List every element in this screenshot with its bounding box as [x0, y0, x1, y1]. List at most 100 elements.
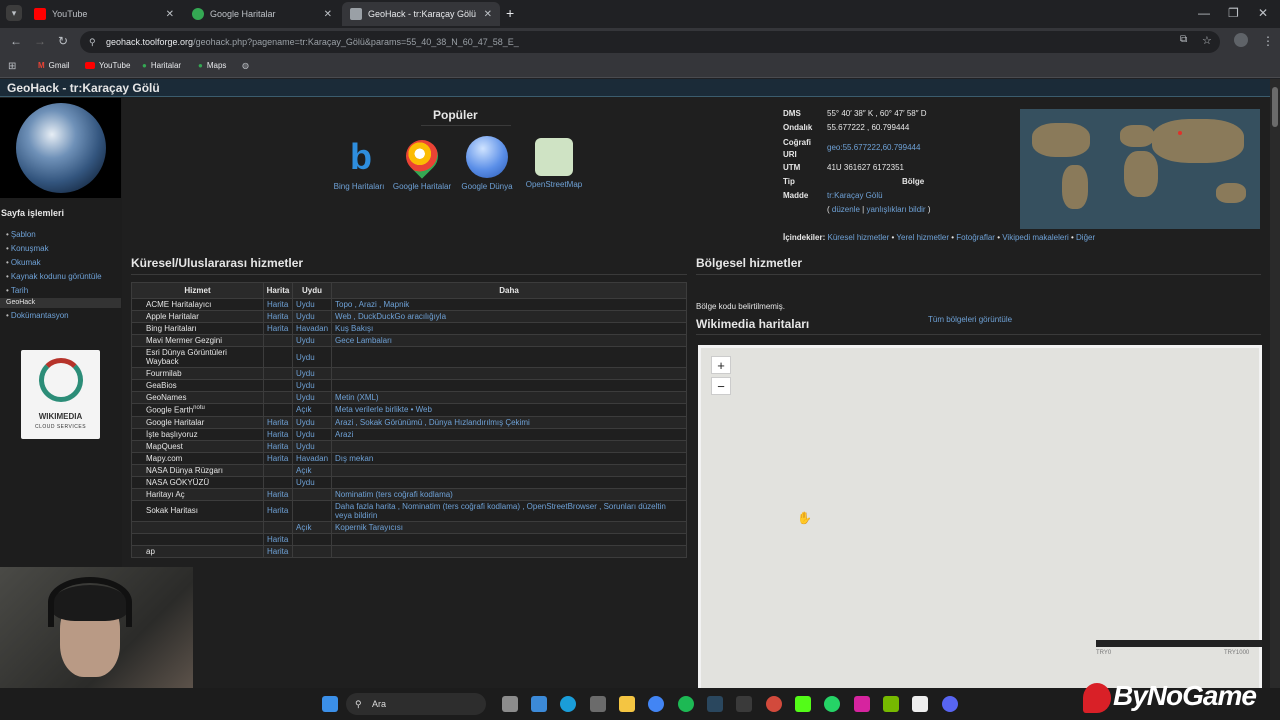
- bookmark-star-icon[interactable]: ☆: [1202, 34, 1212, 47]
- close-icon[interactable]: ✕: [324, 9, 332, 20]
- translate-icon[interactable]: ⧉: [1180, 34, 1187, 45]
- satellite-link[interactable]: [291, 544, 333, 558]
- close-icon[interactable]: ✕: [484, 9, 492, 20]
- popular-bing-maps[interactable]: b Bing Haritaları: [329, 136, 389, 191]
- scrollbar-thumb[interactable]: [1272, 87, 1278, 127]
- edit-link[interactable]: düzenle: [832, 205, 860, 214]
- tab-search-button[interactable]: ▾: [6, 5, 22, 21]
- world-locator-map[interactable]: [1020, 109, 1260, 229]
- new-tab-button[interactable]: +: [506, 5, 514, 21]
- store-icon[interactable]: [590, 696, 606, 712]
- nvidia-icon[interactable]: [883, 696, 899, 712]
- report-errors-link[interactable]: yanlışlıkları bildir: [866, 205, 925, 214]
- satellite-link[interactable]: Uydu: [291, 439, 333, 453]
- satellite-link[interactable]: Havadan: [291, 451, 333, 465]
- tab-youtube[interactable]: YouTube ✕: [26, 2, 182, 26]
- popular-google-earth[interactable]: Google Dünya: [457, 136, 517, 191]
- sidebar-item-read[interactable]: • Okumak: [6, 258, 41, 267]
- steam-icon[interactable]: [707, 696, 723, 712]
- whatsapp-icon[interactable]: [824, 696, 840, 712]
- satellite-link[interactable]: Açık: [291, 520, 333, 534]
- reload-icon[interactable]: ↻: [58, 34, 68, 48]
- bookmark-youtube[interactable]: YouTube: [85, 61, 130, 70]
- satellite-link[interactable]: Uydu: [291, 334, 333, 347]
- view-all-regions-link[interactable]: Tüm bölgeleri görüntüle: [928, 315, 1012, 324]
- zoom-in-button[interactable]: +: [711, 356, 731, 374]
- satellite-link[interactable]: Uydu: [291, 475, 333, 489]
- map-link[interactable]: Harita: [263, 487, 293, 501]
- more-links[interactable]: [331, 367, 687, 380]
- more-links[interactable]: Kopernik Tarayıcısı: [331, 520, 687, 534]
- satellite-link[interactable]: [291, 532, 333, 546]
- map-link[interactable]: Harita: [263, 451, 293, 465]
- map-link[interactable]: Harita: [263, 310, 293, 323]
- satellite-link[interactable]: Uydu: [291, 379, 333, 392]
- more-links[interactable]: [331, 475, 687, 489]
- popular-openstreetmap[interactable]: OpenStreetMap: [522, 136, 586, 189]
- minimize-button[interactable]: —: [1198, 6, 1210, 20]
- site-info-icon[interactable]: ⚲: [89, 31, 96, 53]
- more-links[interactable]: Meta verilerle birlikte • Web: [331, 403, 687, 417]
- more-links[interactable]: Dış mekan: [331, 451, 687, 465]
- map-link[interactable]: [263, 346, 293, 368]
- menu-icon[interactable]: ⋮: [1262, 34, 1274, 48]
- map-link[interactable]: [263, 403, 293, 417]
- satellite-link[interactable]: [291, 487, 333, 501]
- more-links[interactable]: Gece Lambaları: [331, 334, 687, 347]
- epic-games-icon[interactable]: [736, 696, 752, 712]
- forward-icon[interactable]: →: [34, 34, 46, 48]
- profile-avatar[interactable]: [1234, 33, 1248, 47]
- edge-icon[interactable]: [560, 696, 576, 712]
- discord-icon[interactable]: [942, 696, 958, 712]
- wikimedia-badge[interactable]: WIKIMEDIA CLOUD SERVICES: [21, 350, 100, 439]
- tab-geohack[interactable]: GeoHack - tr:Karaçay Gölü ✕: [342, 2, 500, 26]
- close-icon[interactable]: ✕: [166, 9, 174, 20]
- more-links[interactable]: Kuş Bakışı: [331, 322, 687, 335]
- explorer-icon[interactable]: [619, 696, 635, 712]
- map-link[interactable]: [263, 463, 293, 477]
- app-g-icon[interactable]: [912, 696, 928, 712]
- page-scrollbar[interactable]: [1270, 79, 1280, 720]
- map-link[interactable]: Harita: [263, 427, 293, 441]
- map-link[interactable]: [263, 367, 293, 380]
- bookmark-gmail[interactable]: M Gmail: [38, 61, 70, 70]
- address-bar[interactable]: ⚲ geohack.toolforge.org/geohack.php?page…: [80, 31, 1220, 53]
- map-link[interactable]: Harita: [263, 499, 293, 522]
- taskbar-search[interactable]: ⚲ Ara: [346, 693, 486, 715]
- back-icon[interactable]: ←: [10, 34, 22, 48]
- contents-link[interactable]: Küresel hizmetler: [827, 233, 889, 242]
- kick-icon[interactable]: [795, 696, 811, 712]
- note-superscript[interactable]: notu: [193, 405, 205, 411]
- sidebar-item-history[interactable]: • Tarih: [6, 286, 28, 295]
- map-link[interactable]: Harita: [263, 439, 293, 453]
- map-link[interactable]: [263, 334, 293, 347]
- article-link[interactable]: tr:Karaçay Gölü: [827, 191, 883, 200]
- obs-icon[interactable]: [766, 696, 782, 712]
- more-links[interactable]: [331, 379, 687, 392]
- map-link[interactable]: Harita: [263, 298, 293, 311]
- more-links[interactable]: Topo , Arazi , Mapnik: [331, 298, 687, 311]
- more-links[interactable]: Web , DuckDuckGo aracılığıyla: [331, 310, 687, 323]
- maximize-button[interactable]: ❐: [1228, 6, 1239, 20]
- map-link[interactable]: Harita: [263, 322, 293, 335]
- contents-link[interactable]: Vikipedi makaleleri: [1002, 233, 1069, 242]
- geo-uri-link[interactable]: geo:55.677222,60.799444: [827, 143, 920, 152]
- satellite-link[interactable]: Uydu: [291, 298, 333, 311]
- more-links[interactable]: [331, 463, 687, 477]
- close-window-button[interactable]: ✕: [1258, 6, 1268, 20]
- contents-link[interactable]: Yerel hizmetler: [896, 233, 949, 242]
- widgets-icon[interactable]: [531, 696, 547, 712]
- map-link[interactable]: [263, 379, 293, 392]
- map-link[interactable]: Harita: [263, 415, 293, 429]
- more-links[interactable]: [331, 346, 687, 368]
- more-links[interactable]: [331, 544, 687, 558]
- bookmark-haritalar[interactable]: ● Haritalar: [142, 61, 181, 70]
- more-links[interactable]: Arazi , Sokak Görünümü , Dünya Hızlandır…: [331, 415, 687, 429]
- task-view-icon[interactable]: [502, 696, 518, 712]
- popular-google-maps[interactable]: Google Haritalar: [392, 133, 452, 191]
- satellite-link[interactable]: Uydu: [291, 427, 333, 441]
- satellite-link[interactable]: Açık: [291, 463, 333, 477]
- bookmark-globe[interactable]: ◍: [242, 61, 249, 70]
- apps-icon[interactable]: ⊞: [8, 61, 16, 72]
- chrome-icon[interactable]: [648, 696, 664, 712]
